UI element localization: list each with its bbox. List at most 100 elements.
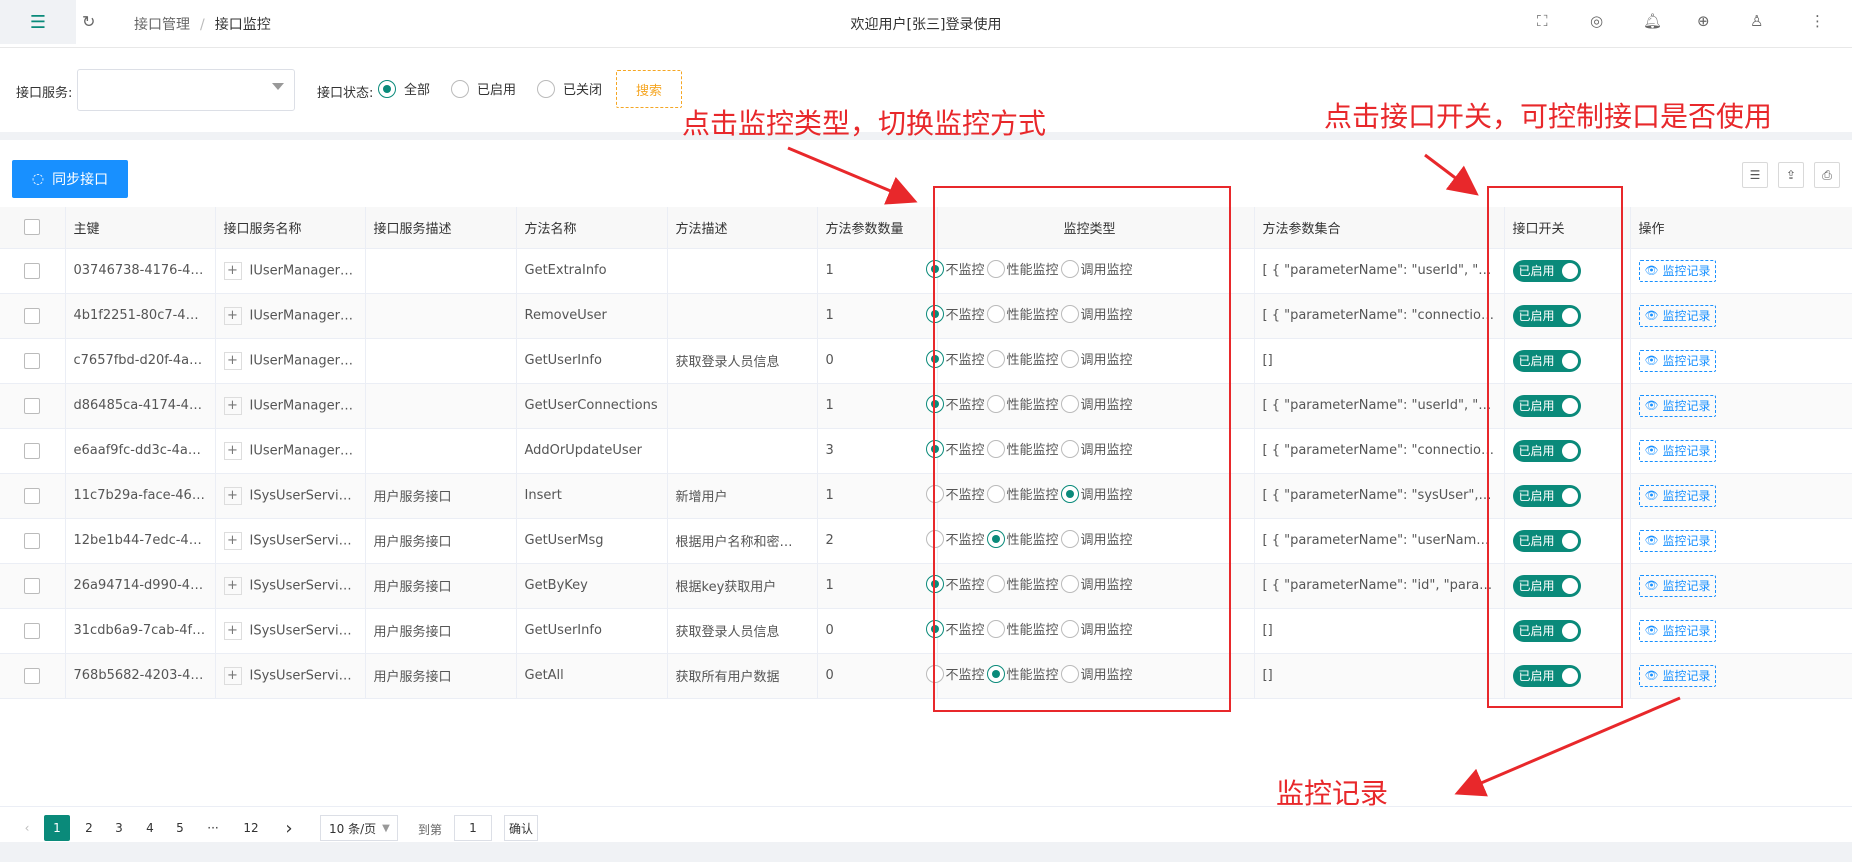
export-icon[interactable]: ⇪ bbox=[1778, 162, 1804, 188]
skin-icon[interactable]: ◎ bbox=[1590, 12, 1603, 30]
expand-icon[interactable]: + bbox=[223, 261, 242, 280]
cell-param-count: 1 bbox=[817, 293, 938, 339]
monitor-record-label: 监控记录 bbox=[1662, 444, 1711, 458]
column-header[interactable]: 接口服务描述 bbox=[365, 207, 517, 249]
cell-method: GetUserInfo bbox=[516, 608, 668, 654]
monitor-record-button[interactable]: 👁︎ 监控记录 bbox=[1638, 349, 1717, 372]
cell-method: GetUserConnections bbox=[516, 383, 668, 429]
cell-action: 👁︎ 监控记录 bbox=[1630, 518, 1852, 564]
globe-icon[interactable]: ⊕ bbox=[1697, 12, 1710, 30]
row-checkbox[interactable] bbox=[24, 532, 41, 549]
search-button[interactable]: 搜索 bbox=[616, 70, 682, 108]
bell-icon[interactable]: 🔔︎ bbox=[1643, 12, 1662, 30]
column-header[interactable]: 方法描述 bbox=[667, 207, 818, 249]
next-page-icon[interactable]: › bbox=[276, 815, 302, 841]
row-checkbox[interactable] bbox=[24, 352, 41, 369]
monitor-record-button[interactable]: 👁︎ 监控记录 bbox=[1638, 529, 1717, 552]
jump-confirm-button[interactable]: 确认 bbox=[504, 815, 538, 841]
row-checkbox[interactable] bbox=[24, 397, 41, 414]
jump-input[interactable]: 1 bbox=[454, 815, 492, 841]
menu-toggle-icon[interactable]: ☰ bbox=[0, 0, 76, 44]
loading-icon: ◌ bbox=[31, 171, 45, 187]
monitor-record-button[interactable]: 👁︎ 监控记录 bbox=[1638, 664, 1717, 687]
monitor-record-label: 监控记录 bbox=[1662, 489, 1711, 503]
sync-interface-button[interactable]: ◌ 同步接口 bbox=[12, 160, 128, 198]
eye-icon: 👁︎ bbox=[1644, 264, 1659, 277]
column-header[interactable]: 方法参数数量 bbox=[817, 207, 938, 249]
row-checkbox[interactable] bbox=[24, 622, 41, 639]
status-radio-disabled[interactable] bbox=[537, 79, 556, 98]
page-2[interactable]: 2 bbox=[76, 815, 102, 841]
monitor-record-button[interactable]: 👁︎ 监控记录 bbox=[1638, 394, 1717, 417]
chevron-down-icon: ▼ bbox=[382, 822, 390, 834]
column-header[interactable]: 方法参数集合 bbox=[1254, 207, 1505, 249]
status-radio-enabled[interactable] bbox=[451, 79, 470, 98]
expand-icon[interactable]: + bbox=[223, 351, 242, 370]
more-vertical-icon[interactable]: ⋮ bbox=[1810, 12, 1825, 30]
eye-icon: 👁︎ bbox=[1644, 489, 1659, 502]
record-annotation: 监控记录 bbox=[1276, 777, 1389, 810]
cell-method-desc: 获取登录人员信息 bbox=[667, 608, 818, 654]
fullscreen-icon[interactable]: ⛶ bbox=[1537, 12, 1548, 30]
column-header[interactable]: 接口服务名称 bbox=[215, 207, 366, 249]
expand-icon[interactable]: + bbox=[223, 306, 242, 325]
monitor-record-button[interactable]: 👁︎ 监控记录 bbox=[1638, 259, 1717, 282]
refresh-icon[interactable]: ↻ bbox=[82, 12, 95, 31]
cell-param-count: 0 bbox=[817, 338, 938, 384]
row-checkbox[interactable] bbox=[24, 262, 41, 279]
page-size-select[interactable]: 10 条/页 ▼ bbox=[320, 815, 398, 841]
filter-columns-icon[interactable]: ☰ bbox=[1742, 162, 1768, 188]
page-ellipsis[interactable]: ··· bbox=[200, 815, 226, 841]
status-option-label: 全部 bbox=[404, 83, 431, 98]
eye-icon: 👁︎ bbox=[1644, 309, 1659, 322]
user-icon[interactable]: ♙ bbox=[1750, 12, 1763, 30]
cell-service-text: ISysUserServi… bbox=[249, 578, 352, 593]
column-header[interactable]: 操作 bbox=[1630, 207, 1852, 249]
column-header[interactable]: 主键 bbox=[65, 207, 216, 249]
row-checkbox[interactable] bbox=[24, 577, 41, 594]
expand-icon[interactable]: + bbox=[223, 396, 242, 415]
row-checkbox[interactable] bbox=[24, 487, 41, 504]
page-3[interactable]: 3 bbox=[106, 815, 132, 841]
cell-service-desc bbox=[365, 338, 517, 384]
cell-action: 👁︎ 监控记录 bbox=[1630, 608, 1852, 654]
cell-service-desc bbox=[365, 248, 517, 294]
expand-icon[interactable]: + bbox=[223, 486, 242, 505]
row-checkbox[interactable] bbox=[24, 442, 41, 459]
monitor-record-button[interactable]: 👁︎ 监控记录 bbox=[1638, 619, 1717, 642]
expand-icon[interactable]: + bbox=[223, 441, 242, 460]
column-header[interactable]: 方法名称 bbox=[516, 207, 668, 249]
cell-service-text: IUserManager… bbox=[249, 353, 353, 368]
cell-params: [] bbox=[1254, 338, 1505, 384]
status-radio-group: 全部 已启用 已关闭 bbox=[378, 79, 602, 98]
monitor-record-label: 监控记录 bbox=[1662, 309, 1711, 323]
cell-method-desc: 新增用户 bbox=[667, 473, 818, 519]
row-checkbox[interactable] bbox=[24, 667, 41, 684]
select-all-checkbox[interactable] bbox=[24, 219, 41, 236]
row-checkbox[interactable] bbox=[24, 307, 41, 324]
monitor-record-button[interactable]: 👁︎ 监控记录 bbox=[1638, 304, 1717, 327]
monitor-record-button[interactable]: 👁︎ 监控记录 bbox=[1638, 439, 1717, 462]
cell-action: 👁︎ 监控记录 bbox=[1630, 563, 1852, 609]
page-12[interactable]: 12 bbox=[238, 815, 264, 841]
page-5[interactable]: 5 bbox=[167, 815, 193, 841]
cell-id: 768b5682-4203-46… bbox=[65, 653, 216, 699]
print-icon[interactable]: ⎙ bbox=[1814, 162, 1840, 188]
expand-icon[interactable]: + bbox=[223, 576, 242, 595]
breadcrumb-item-parent[interactable]: 接口管理 bbox=[134, 17, 190, 33]
monitor-record-button[interactable]: 👁︎ 监控记录 bbox=[1638, 574, 1717, 597]
status-radio-all[interactable] bbox=[378, 79, 396, 98]
expand-icon[interactable]: + bbox=[223, 666, 242, 685]
page-4[interactable]: 4 bbox=[137, 815, 163, 841]
prev-page-icon[interactable]: ‹ bbox=[14, 815, 40, 841]
page-1[interactable]: 1 bbox=[44, 815, 70, 841]
eye-icon: 👁︎ bbox=[1644, 399, 1659, 412]
service-select[interactable] bbox=[77, 69, 295, 111]
cell-method-desc: 根据用户名称和密… bbox=[667, 518, 818, 564]
expand-icon[interactable]: + bbox=[223, 531, 242, 550]
monitor-record-button[interactable]: 👁︎ 监控记录 bbox=[1638, 484, 1717, 507]
cell-method: AddOrUpdateUser bbox=[516, 428, 668, 474]
monitor-record-label: 监控记录 bbox=[1662, 624, 1711, 638]
cell-method: GetUserMsg bbox=[516, 518, 668, 564]
expand-icon[interactable]: + bbox=[223, 621, 242, 640]
